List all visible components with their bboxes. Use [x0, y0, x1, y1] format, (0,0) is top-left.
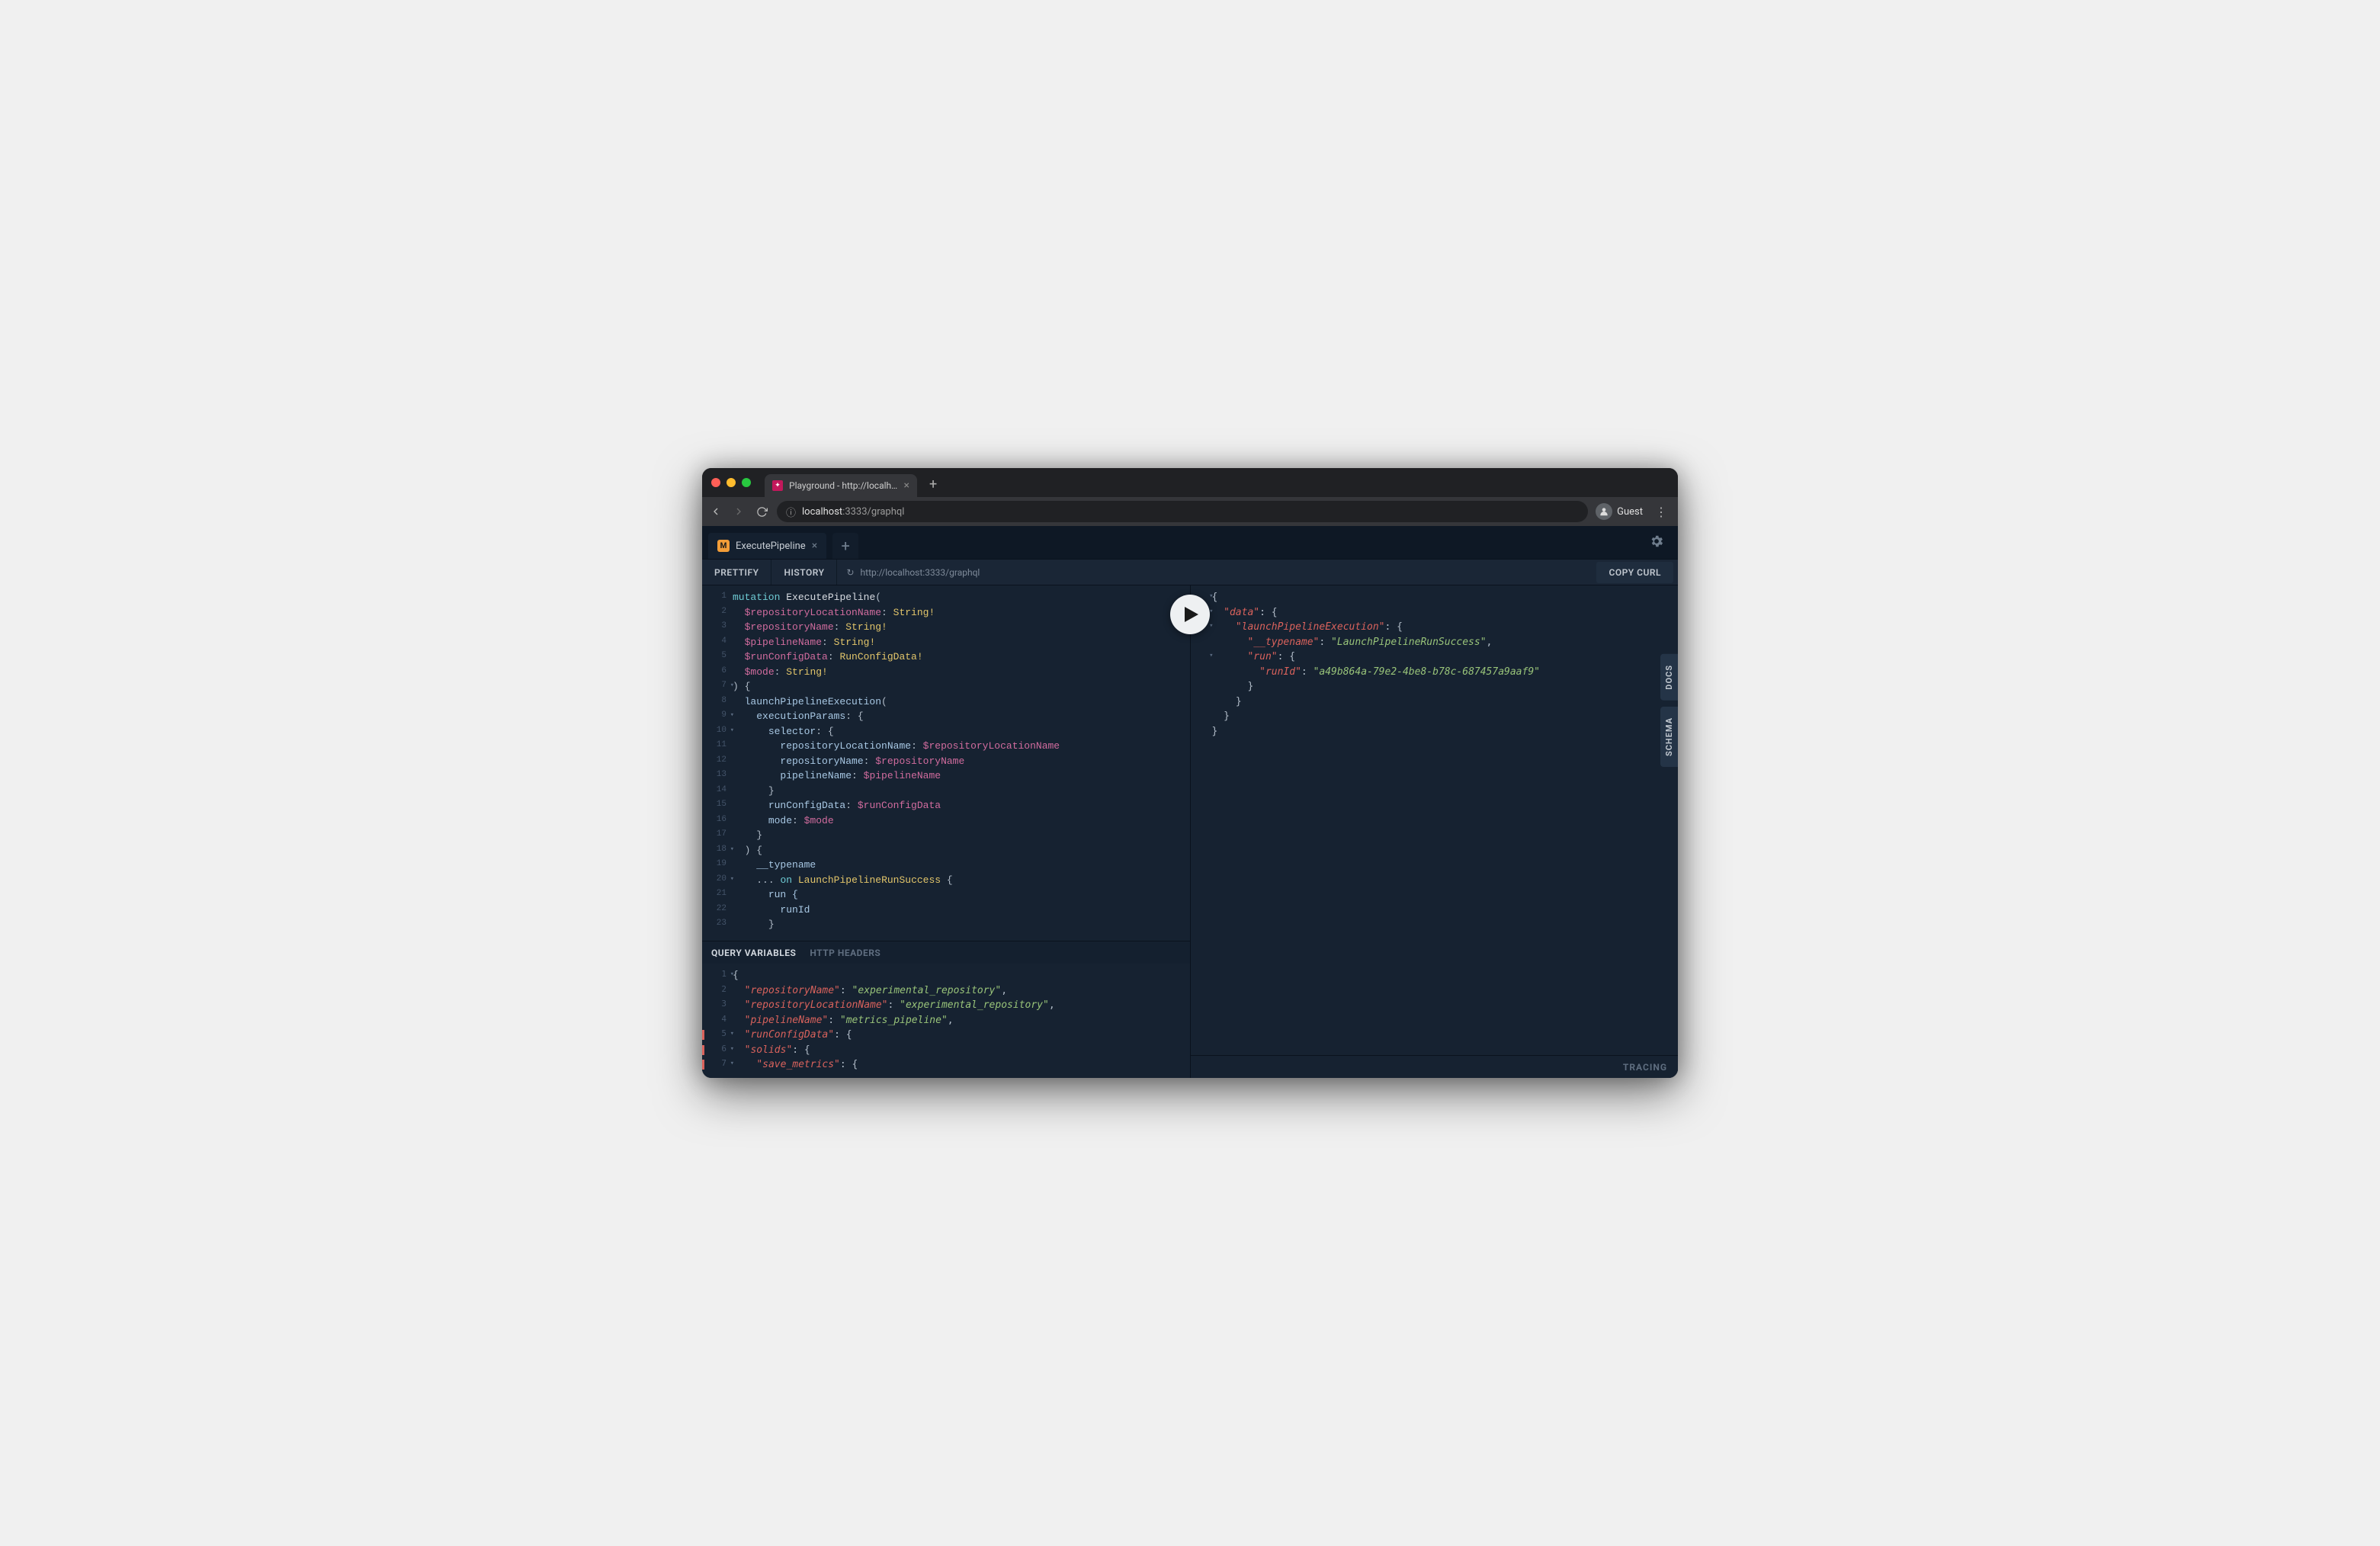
query-variables-tab[interactable]: QUERY VARIABLES — [711, 948, 796, 958]
right-pane: ▾{ ▾ "data": { ▾ "launchPipelineExecutio… — [1191, 585, 1679, 1078]
prettify-button[interactable]: PRETTIFY — [702, 560, 771, 585]
close-tab-icon[interactable]: × — [904, 480, 909, 492]
endpoint-url: http://localhost:3333/graphql — [861, 567, 980, 578]
history-button[interactable]: HISTORY — [771, 560, 837, 585]
url-input[interactable]: ⓘ localhost:3333/graphql — [777, 501, 1588, 522]
execute-button[interactable] — [1170, 595, 1210, 634]
new-playground-tab-button[interactable]: + — [832, 533, 858, 559]
url-text: localhost:3333/graphql — [802, 506, 904, 518]
avatar-icon — [1596, 503, 1612, 520]
error-marker-icon — [702, 1045, 704, 1055]
site-info-icon[interactable]: ⓘ — [786, 505, 796, 519]
playground-main: 1mutation ExecutePipeline( 2 $repository… — [702, 585, 1678, 1078]
forward-button[interactable] — [731, 505, 746, 518]
playground-toolbar: PRETTIFY HISTORY ↻ http://localhost:3333… — [702, 560, 1678, 585]
playground-tab[interactable]: M ExecutePipeline × — [708, 533, 826, 559]
back-button[interactable] — [708, 505, 723, 518]
playground-tabstrip: M ExecutePipeline × + — [702, 526, 1678, 560]
docs-tab[interactable]: DOCS — [1660, 654, 1678, 701]
browser-menu-button[interactable]: ⋮ — [1650, 505, 1672, 519]
left-pane: 1mutation ExecutePipeline( 2 $repository… — [702, 585, 1191, 1078]
new-browser-tab-button[interactable]: + — [923, 476, 943, 492]
settings-button[interactable] — [1649, 534, 1672, 552]
mutation-badge: M — [717, 540, 730, 552]
profile-button[interactable]: Guest — [1596, 503, 1643, 520]
error-marker-icon — [702, 1030, 704, 1040]
window-controls — [711, 478, 751, 487]
close-window-icon[interactable] — [711, 478, 720, 487]
bottom-tabstrip: QUERY VARIABLES HTTP HEADERS — [702, 941, 1190, 964]
side-tabs: DOCS SCHEMA — [1660, 654, 1678, 767]
playground-tab-title: ExecutePipeline — [736, 540, 806, 552]
profile-label: Guest — [1617, 506, 1643, 518]
schema-tab[interactable]: SCHEMA — [1660, 707, 1678, 767]
close-playground-tab-icon[interactable]: × — [812, 540, 817, 552]
tracing-tab[interactable]: TRACING — [1191, 1055, 1679, 1078]
copy-curl-button[interactable]: COPY CURL — [1596, 562, 1673, 583]
browser-tab[interactable]: ✦ Playground - http://localhost:3 × — [765, 474, 917, 497]
error-marker-icon — [702, 1060, 704, 1070]
response-viewer[interactable]: ▾{ ▾ "data": { ▾ "launchPipelineExecutio… — [1191, 585, 1679, 1055]
maximize-window-icon[interactable] — [742, 478, 751, 487]
play-icon — [1185, 607, 1198, 622]
browser-toolbar: ⓘ localhost:3333/graphql Guest ⋮ — [702, 497, 1678, 526]
browser-tabstrip: ✦ Playground - http://localhost:3 × + — [702, 468, 1678, 497]
reload-button[interactable] — [754, 506, 769, 518]
browser-window: ✦ Playground - http://localhost:3 × + ⓘ … — [702, 468, 1678, 1078]
graphql-playground: M ExecutePipeline × + PRETTIFY HISTORY ↻… — [702, 526, 1678, 1078]
http-headers-tab[interactable]: HTTP HEADERS — [810, 948, 880, 958]
endpoint-input[interactable]: ↻ http://localhost:3333/graphql — [837, 567, 1596, 578]
favicon-icon: ✦ — [772, 480, 783, 491]
query-editor[interactable]: 1mutation ExecutePipeline( 2 $repository… — [702, 585, 1190, 941]
reload-schema-icon[interactable]: ↻ — [846, 567, 854, 578]
minimize-window-icon[interactable] — [727, 478, 736, 487]
browser-tab-title: Playground - http://localhost:3 — [789, 480, 898, 491]
variables-editor[interactable]: 1▾{ 2 "repositoryName": "experimental_re… — [702, 964, 1190, 1078]
